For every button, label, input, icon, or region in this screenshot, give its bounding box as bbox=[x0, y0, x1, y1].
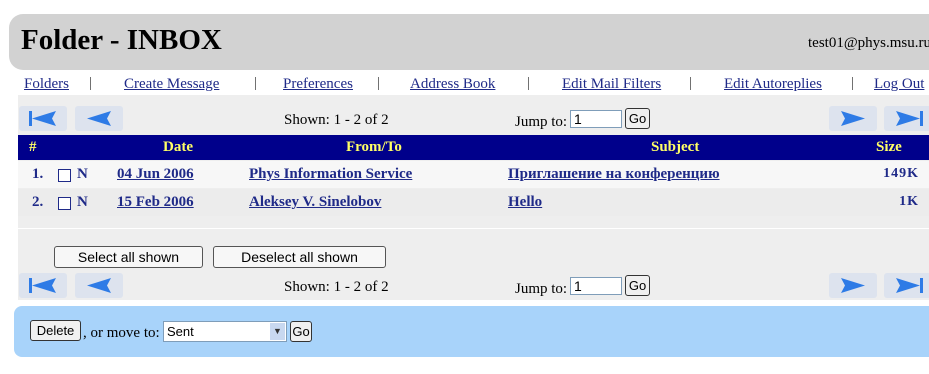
main-nav: Folders | Create Message | Preferences |… bbox=[0, 72, 929, 96]
delete-button[interactable]: Delete bbox=[30, 320, 81, 341]
shown-count-bottom: Shown: 1 - 2 of 2 bbox=[284, 279, 389, 295]
chevron-down-icon[interactable]: ▼ bbox=[270, 323, 285, 340]
row-subject-link[interactable]: Приглашение на конференцию bbox=[508, 166, 720, 183]
last-page-icon bbox=[896, 111, 923, 126]
row-date-link[interactable]: 04 Jun 2006 bbox=[117, 166, 194, 183]
jump-go-button-bottom[interactable]: Go bbox=[625, 275, 650, 296]
next-page-button-bottom[interactable] bbox=[829, 273, 877, 298]
row-flag-new: N bbox=[77, 194, 88, 210]
jump-to-input[interactable]: 1 bbox=[570, 110, 622, 128]
row-checkbox[interactable] bbox=[58, 197, 71, 210]
nav-separator: | bbox=[254, 75, 258, 91]
jump-to-label: Jump to: bbox=[515, 114, 568, 130]
nav-separator: | bbox=[851, 75, 855, 91]
row-flag-new: N bbox=[77, 166, 88, 182]
nav-address-book-link[interactable]: Address Book bbox=[410, 76, 495, 93]
nav-edit-autoreplies-link[interactable]: Edit Autoreplies bbox=[724, 76, 822, 93]
column-header-subject[interactable]: Subject bbox=[651, 139, 699, 156]
action-bar: Delete , or move to: Sent ▼ Go bbox=[14, 306, 929, 357]
row-checkbox[interactable] bbox=[58, 169, 71, 182]
row-number: 1. bbox=[32, 166, 44, 182]
jump-to-label-bottom: Jump to: bbox=[515, 281, 568, 297]
message-table-header: # Date From/To Subject Size bbox=[18, 135, 929, 160]
page-title: Folder - INBOX bbox=[21, 24, 222, 56]
row-size: 1K bbox=[899, 194, 919, 209]
prev-page-button-bottom[interactable] bbox=[75, 273, 123, 298]
next-page-icon bbox=[841, 111, 865, 126]
row-subject-link[interactable]: Hello bbox=[508, 194, 556, 211]
row-date-link[interactable]: 15 Feb 2006 bbox=[117, 194, 194, 211]
next-page-icon bbox=[841, 278, 865, 293]
prev-page-icon bbox=[87, 278, 111, 293]
nav-folders-link[interactable]: Folders bbox=[24, 76, 69, 93]
first-page-icon bbox=[29, 111, 56, 126]
jump-to-input-bottom[interactable]: 1 bbox=[570, 277, 622, 295]
nav-create-message-link[interactable]: Create Message bbox=[124, 76, 219, 93]
last-page-button[interactable] bbox=[884, 106, 929, 131]
nav-separator: | bbox=[689, 75, 693, 91]
shown-count: Shown: 1 - 2 of 2 bbox=[284, 112, 389, 128]
nav-separator: | bbox=[527, 75, 531, 91]
first-page-button[interactable] bbox=[19, 106, 67, 131]
row-from-link[interactable]: Phys Information Service bbox=[249, 166, 412, 183]
nav-preferences-link[interactable]: Preferences bbox=[283, 76, 353, 93]
column-header-number: # bbox=[29, 139, 37, 155]
table-row: 2. N 15 Feb 2006 Aleksey V. Sinelobov He… bbox=[18, 189, 929, 216]
deselect-all-button[interactable]: Deselect all shown bbox=[213, 246, 386, 268]
column-header-size[interactable]: Size bbox=[876, 139, 902, 156]
nav-log-out-link[interactable]: Log Out bbox=[874, 76, 924, 93]
table-row: 1. N 04 Jun 2006 Phys Information Servic… bbox=[18, 161, 929, 188]
next-page-button[interactable] bbox=[829, 106, 877, 131]
move-to-folder-select[interactable]: Sent ▼ bbox=[163, 321, 287, 342]
last-page-button-bottom[interactable] bbox=[884, 273, 929, 298]
user-email: test01@phys.msu.ru bbox=[808, 35, 929, 51]
first-page-button-bottom[interactable] bbox=[19, 273, 67, 298]
jump-go-button[interactable]: Go bbox=[625, 108, 650, 129]
move-to-folder-value: Sent bbox=[167, 324, 194, 339]
move-go-button[interactable]: Go bbox=[290, 321, 312, 342]
row-size: 149K bbox=[883, 166, 919, 181]
page-header: Folder - INBOX test01@phys.msu.ru bbox=[9, 14, 929, 70]
nav-edit-mail-filters-link[interactable]: Edit Mail Filters bbox=[562, 76, 661, 93]
nav-separator: | bbox=[89, 75, 93, 91]
column-header-from[interactable]: From/To bbox=[346, 139, 402, 156]
last-page-icon bbox=[896, 278, 923, 293]
column-header-date[interactable]: Date bbox=[163, 139, 193, 156]
prev-page-button[interactable] bbox=[75, 106, 123, 131]
select-all-button[interactable]: Select all shown bbox=[54, 246, 203, 268]
prev-page-icon bbox=[87, 111, 111, 126]
nav-separator: | bbox=[377, 75, 381, 91]
move-to-label: , or move to: bbox=[83, 325, 160, 341]
first-page-icon bbox=[29, 278, 56, 293]
row-from-link[interactable]: Aleksey V. Sinelobov bbox=[249, 194, 381, 211]
row-number: 2. bbox=[32, 194, 44, 210]
